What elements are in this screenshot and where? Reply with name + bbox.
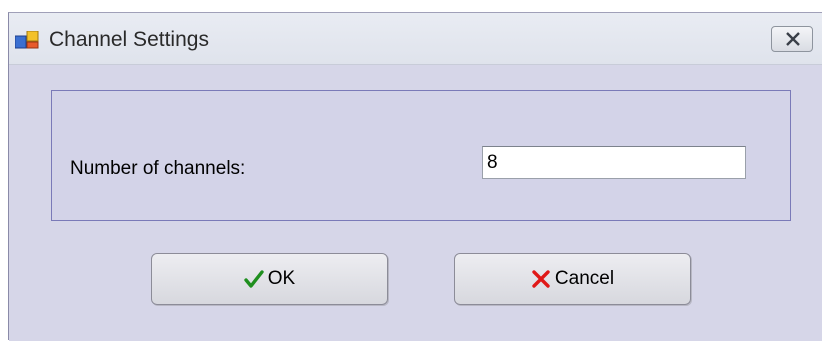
- ok-button[interactable]: OK: [151, 253, 388, 305]
- app-window-icon: [14, 30, 39, 49]
- checkmark-icon: [244, 269, 264, 289]
- channels-input[interactable]: [482, 146, 746, 179]
- window-title: Channel Settings: [49, 28, 209, 51]
- title-bar[interactable]: Channel Settings: [9, 13, 822, 65]
- x-mark-icon: [531, 269, 551, 289]
- cancel-button[interactable]: Cancel: [454, 253, 691, 305]
- cancel-label: Cancel: [554, 268, 615, 289]
- close-button[interactable]: [771, 26, 813, 52]
- dialog-body: Number of channels: OK Cancel: [9, 66, 822, 341]
- channel-settings-dialog: Channel Settings Number of channels: OK: [8, 12, 822, 341]
- ok-label: OK: [267, 268, 296, 289]
- channels-label: Number of channels:: [70, 158, 246, 179]
- settings-group: Number of channels:: [51, 90, 791, 221]
